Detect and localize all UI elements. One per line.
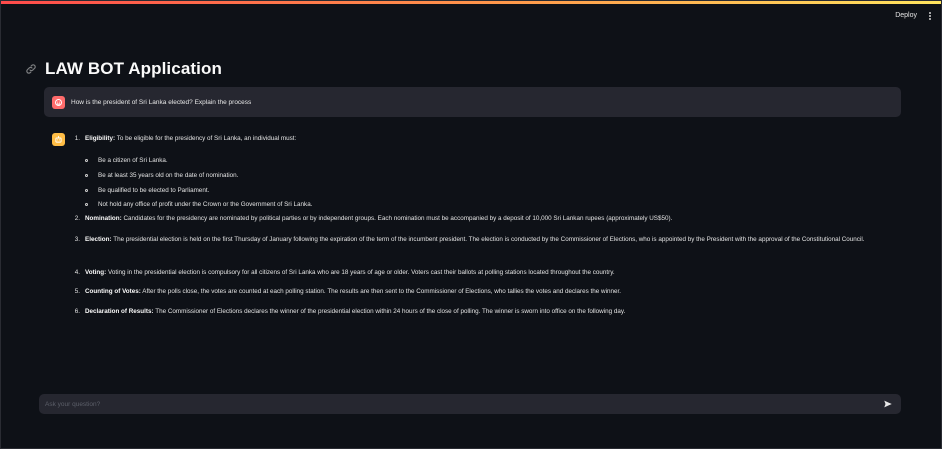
- sub-list-item-text: Be qualified to be elected to Parliament…: [98, 187, 210, 194]
- page-title: LAW BOT Application: [45, 59, 222, 78]
- list-item-text: The Commissioner of Elections declares t…: [153, 308, 626, 315]
- bot-avatar-icon: [52, 133, 65, 146]
- user-avatar-icon: [52, 95, 65, 109]
- user-message-text: How is the president of Sri Lanka electe…: [71, 98, 252, 106]
- sub-list-item-text: Not hold any office of profit under the …: [98, 201, 313, 208]
- app-window: Deploy LAW BOT Application How is the pr…: [0, 0, 942, 449]
- list-item-label: Counting of Votes:: [85, 288, 141, 295]
- user-message: How is the president of Sri Lanka electe…: [44, 87, 901, 117]
- list-item-text: The presidential election is held on the…: [111, 236, 865, 243]
- list-item-label: Election:: [85, 236, 112, 243]
- link-icon[interactable]: [25, 63, 37, 75]
- list-item-number: 2.: [74, 215, 80, 222]
- chat-input-container: [39, 394, 901, 414]
- chat-input[interactable]: [45, 394, 865, 414]
- list-item-number: 1.: [74, 135, 80, 142]
- list-item-label: Voting:: [85, 269, 107, 276]
- title-row: LAW BOT Application: [25, 57, 222, 81]
- deploy-button[interactable]: Deploy: [895, 12, 917, 19]
- sub-list-item-text: Be a citizen of Sri Lanka.: [98, 157, 168, 164]
- list-item-number: 6.: [74, 308, 80, 315]
- list-item-label: Eligibility:: [85, 135, 116, 142]
- list-item-number: 4.: [74, 269, 80, 276]
- list-item-label: Nomination:: [85, 215, 122, 222]
- list-item-label: Declaration of Results:: [85, 308, 154, 315]
- list-item-text: To be eligible for the presidency of Sri…: [115, 135, 297, 142]
- list-item-text: After the polls close, the votes are cou…: [140, 288, 621, 295]
- list-item-number: 5.: [74, 288, 80, 295]
- kebab-menu-icon[interactable]: [925, 10, 935, 22]
- app-header: Deploy: [1, 4, 941, 32]
- list-item-text: Candidates for the presidency are nomina…: [121, 215, 673, 222]
- list-item-text: Voting in the presidential election is c…: [106, 269, 615, 276]
- send-icon[interactable]: [883, 399, 893, 409]
- sub-list-item-text: Be at least 35 years old on the date of …: [98, 172, 239, 179]
- list-item-number: 3.: [74, 236, 80, 243]
